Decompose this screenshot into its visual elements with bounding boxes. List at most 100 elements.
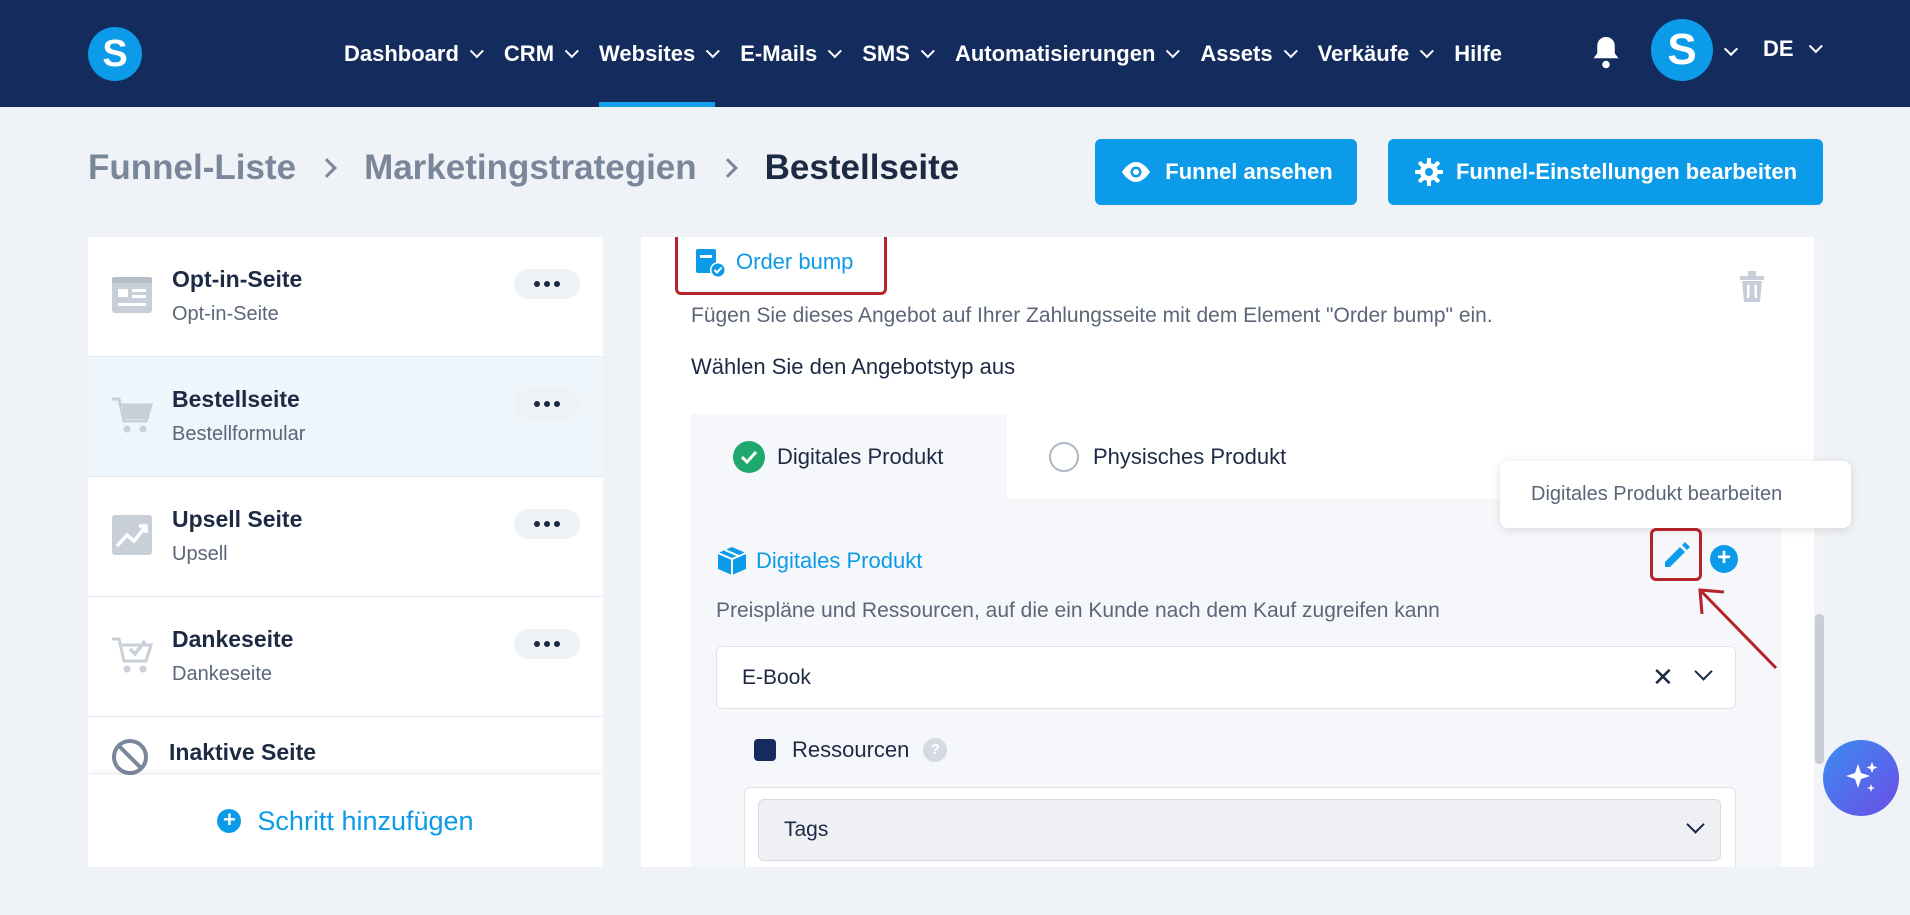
step-upsell[interactable]: Upsell Seite Upsell [88,477,603,597]
tab-physical-product[interactable]: Physisches Produkt [1007,414,1307,499]
breadcrumb-marketing[interactable]: Marketingstrategien [364,148,697,188]
chevron-down-icon[interactable] [1723,41,1739,57]
inactive-pages-section[interactable]: Inaktive Seite [88,717,603,777]
tags-select-label: Tags [784,818,829,841]
digital-product-header: Digitales Produkt [716,546,922,576]
nav-item-automations[interactable]: Automatisierungen [954,0,1181,107]
order-bump-description: Fügen Sie dieses Angebot auf Ihrer Zahlu… [691,304,1493,327]
order-bump-tab[interactable]: Order bump [675,237,887,295]
tab-digital-product[interactable]: Digitales Produkt [691,414,1007,499]
step-title: Dankeseite [172,626,294,652]
chevron-down-icon [1166,43,1181,58]
opt-in-page-icon [112,277,152,313]
product-select-value: E-Book [742,665,811,689]
chevron-down-icon [1686,815,1705,834]
language-selector[interactable]: DE [1763,36,1823,62]
inactive-pages-label: Inaktive Seite [169,739,317,765]
step-title: Bestellseite [172,386,300,412]
pencil-icon [1665,541,1690,567]
tags-select[interactable]: Tags [758,799,1721,861]
check-circle-icon [733,440,765,473]
nav-item-assets[interactable]: Assets [1200,0,1298,107]
step-thank-you[interactable]: Dankeseite Dankeseite [88,597,603,717]
main-nav: Dashboard CRM Websites E-Mails SMS Autom… [344,0,1527,107]
top-navigation-bar: S Dashboard CRM Websites E-Mails SMS Aut… [0,0,1910,107]
edit-tooltip: Digitales Produkt bearbeiten [1500,461,1851,528]
box-icon [717,547,747,575]
clear-icon[interactable]: ✕ [1652,662,1674,693]
cart-check-icon [112,637,154,673]
digital-product-title: Digitales Produkt [756,548,923,573]
disabled-icon [112,739,148,775]
nav-item-dashboard[interactable]: Dashboard [344,0,484,107]
chevron-right-icon [317,158,337,178]
bell-icon[interactable] [1591,34,1621,70]
breadcrumb-current: Bestellseite [764,148,960,187]
nav-label: Assets [1200,40,1273,66]
step-subtitle: Bestellformular [172,423,306,445]
gear-icon [1414,158,1443,186]
nav-item-sales[interactable]: Verkäufe [1317,0,1435,107]
nav-label: Websites [599,40,696,66]
cart-icon [112,397,154,433]
app-logo[interactable]: S [88,27,142,81]
step-subtitle: Opt-in-Seite [172,303,279,325]
trash-icon[interactable] [1738,270,1766,304]
chevron-right-icon [717,158,738,178]
view-funnel-label: Funnel ansehen [1165,159,1333,184]
nav-label: Hilfe [1454,40,1502,66]
add-product-button[interactable]: + [1710,545,1738,573]
edit-settings-label: Funnel-Einstellungen bearbeiten [1455,159,1798,184]
order-bump-icon [696,248,726,278]
nav-label: CRM [503,40,555,66]
product-select[interactable]: E-Book ✕ [716,646,1736,709]
nav-item-websites[interactable]: Websites [599,0,721,107]
nav-item-sms[interactable]: SMS [862,0,935,107]
nav-label: Verkäufe [1317,40,1410,66]
nav-item-emails[interactable]: E-Mails [740,0,843,107]
breadcrumb-funnel-list[interactable]: Funnel-Liste [88,148,296,188]
order-bump-title: Order bump [736,248,854,274]
breadcrumb: Funnel-Liste Marketingstrategien Bestell… [88,148,959,188]
chevron-down-icon [469,43,484,58]
nav-label: Automatisierungen [954,40,1156,66]
step-editor-panel: Order bump Fügen Sie dieses Angebot auf … [641,237,1814,867]
nav-item-crm[interactable]: CRM [503,0,579,107]
user-avatar[interactable]: S [1651,19,1713,81]
chevron-down-icon [920,43,935,58]
step-title: Opt-in-Seite [172,266,303,292]
step-more-button[interactable] [514,389,580,419]
nav-label: SMS [862,40,910,66]
step-more-button[interactable] [514,509,580,539]
annotation-arrow-icon [1698,588,1778,670]
step-order-page[interactable]: Bestellseite Bestellformular [88,357,603,477]
chevron-down-icon [1420,43,1435,58]
view-funnel-button[interactable]: Funnel ansehen [1095,139,1357,205]
resources-header: Ressourcen ? [754,737,948,763]
step-opt-in[interactable]: Opt-in-Seite Opt-in-Seite [88,237,603,357]
resources-label: Ressourcen [792,737,910,762]
help-icon[interactable]: ? [923,738,948,762]
digital-product-description: Preispläne und Ressourcen, auf die ein K… [716,599,1440,622]
chevron-down-icon [1283,43,1298,58]
radio-unchecked-icon [1049,441,1079,472]
scrollbar-thumb[interactable] [1815,614,1824,764]
step-more-button[interactable] [514,269,580,299]
checklist-icon [754,739,776,761]
offer-type-label: Wählen Sie den Angebotstyp aus [691,354,1016,379]
step-title: Upsell Seite [172,506,303,532]
ai-assistant-button[interactable] [1823,740,1899,816]
add-step-button[interactable]: + Schritt hinzufügen [88,775,603,867]
chevron-down-icon [1808,39,1823,54]
chevron-down-icon [564,43,579,58]
digital-product-panel: Digitales Produkt Preispläne und Ressour… [691,499,1781,867]
edit-funnel-settings-button[interactable]: Funnel-Einstellungen bearbeiten [1388,139,1823,205]
edit-digital-product-button[interactable] [1650,528,1702,581]
sparkles-icon [1846,762,1878,792]
nav-item-help[interactable]: Hilfe [1454,0,1502,107]
language-label: DE [1763,36,1794,61]
chevron-down-icon [705,43,721,58]
funnel-steps-panel: Opt-in-Seite Opt-in-Seite Bestellseite B… [88,237,603,867]
plus-circle-icon: + [217,809,242,833]
step-more-button[interactable] [514,629,580,659]
